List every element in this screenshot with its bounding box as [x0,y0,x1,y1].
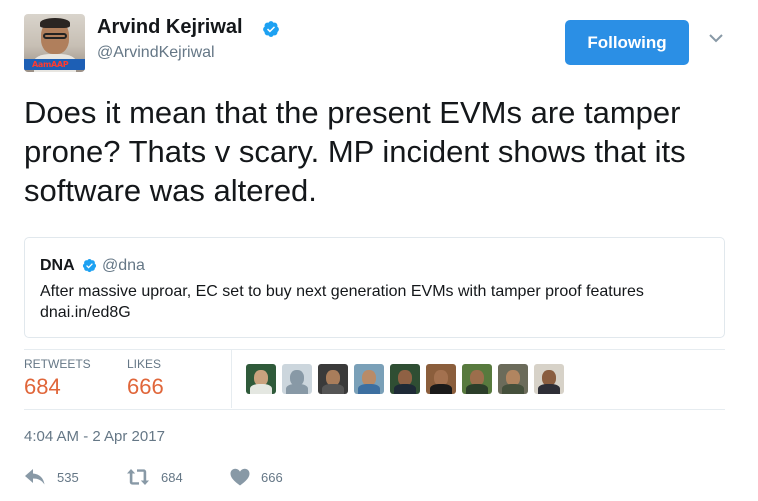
quoted-author-name: DNA [40,257,75,274]
liker-avatar-5[interactable] [390,364,420,394]
retweet-count: 684 [161,469,183,485]
reply-count: 535 [57,469,79,485]
like-button[interactable]: 666 [230,468,283,486]
likes-value: 666 [127,374,164,399]
avatar-glasses [43,33,67,39]
retweets-label: RETWEETS [24,357,91,371]
tweet-timestamp[interactable]: 4:04 AM - 2 Apr 2017 [24,428,165,445]
reply-button[interactable]: 535 [24,468,79,486]
verified-badge-icon [82,258,97,273]
liker-avatar-9[interactable] [534,364,564,394]
stats-top-divider [24,349,725,350]
heart-icon [230,468,250,486]
author-name[interactable]: Arvind Kejriwal [97,16,243,39]
quoted-tweet-line: After massive uproar, EC set to buy next… [40,283,644,300]
liker-avatar-8[interactable] [498,364,528,394]
stats-separator [231,350,232,408]
quoted-tweet-card[interactable]: DNA @dna After massive uproar, EC set to… [24,237,725,338]
liker-avatar-4[interactable] [354,364,384,394]
quoted-tweet-link[interactable]: dnai.in/ed8G [40,302,715,323]
retweets-stat[interactable]: RETWEETS 684 [24,357,91,400]
avatar-banner-logo: AamAAP [32,60,69,69]
retweet-icon [127,469,149,485]
liker-avatar-7[interactable] [462,364,492,394]
avatar-hair [40,18,70,28]
liker-avatar-2[interactable] [282,364,312,394]
like-count: 666 [261,469,283,485]
tweet-header: AamAAP Arvind Kejriwal @ArvindKejriwal F… [24,14,734,76]
following-button[interactable]: Following [565,20,689,65]
tweet-text: Does it mean that the present EVMs are t… [24,95,686,208]
liker-avatar-3[interactable] [318,364,348,394]
verified-badge-icon [263,21,279,37]
quoted-author-handle: @dna [102,257,145,274]
chevron-down-icon[interactable] [708,32,724,44]
liker-avatar-6[interactable] [426,364,456,394]
likes-label: LIKES [127,357,162,371]
reply-icon [25,469,45,485]
author-avatar[interactable]: AamAAP [24,14,85,72]
retweet-button[interactable]: 684 [126,468,183,486]
author-handle[interactable]: @ArvindKejriwal [97,44,215,62]
stats-bottom-divider [24,409,725,410]
likes-stat[interactable]: LIKES 666 [127,357,164,400]
retweets-value: 684 [24,374,61,399]
liker-avatar-1[interactable] [246,364,276,394]
quoted-tweet-text: After massive uproar, EC set to buy next… [40,281,715,323]
